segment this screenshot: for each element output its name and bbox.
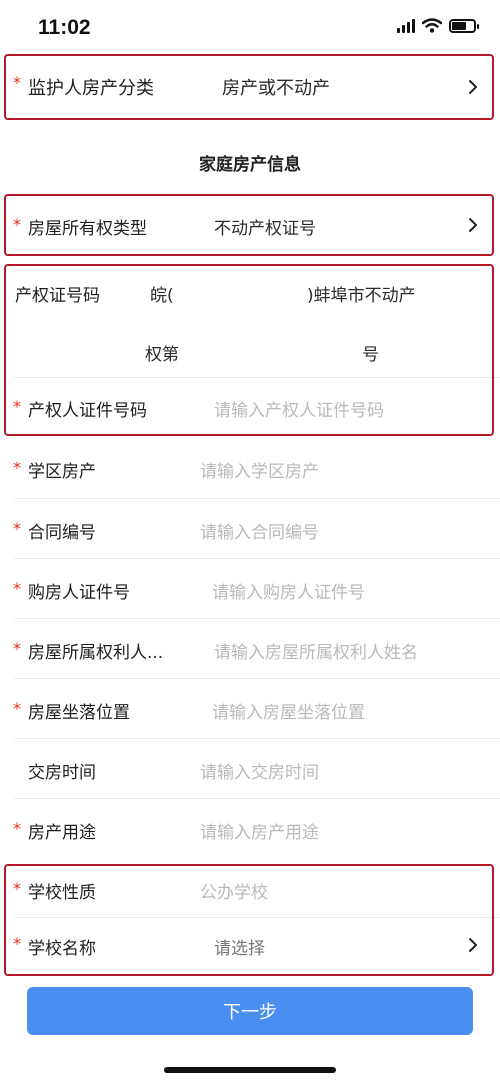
chevron-right-icon [469,938,477,952]
required-mark: * [13,458,21,477]
school-type-row[interactable]: * 学校性质 公办学校 [0,866,500,916]
owner-id-row[interactable]: * 产权人证件号码 请输入产权人证件号码 [0,378,500,434]
required-mark: * [13,73,21,92]
school-name-select[interactable]: 请选择 [214,934,265,959]
field-label: 学区房产 [28,462,96,482]
field-input[interactable]: 请输入房屋所属权利人姓名 [214,638,418,663]
ownership-type-value: 不动产权证号 [214,219,316,239]
required-mark: * [13,397,21,416]
certificate-middle: )蚌埠市不动产 [307,286,416,306]
signal-icon [397,18,415,33]
section-title: 家庭房产信息 [199,155,301,175]
ownership-type-label: 房屋所有权类型 [28,219,147,239]
battery-icon [449,18,479,33]
school-type-label: 学校性质 [28,883,96,903]
school-type-input[interactable]: 公办学校 [200,878,268,903]
field-row-property-location[interactable]: * 房屋坐落位置 请输入房屋坐落位置 [0,679,500,739]
status-icons [397,18,479,33]
field-label: 房屋所属权利人... [28,643,164,663]
guardian-property-value: 房产或不动产 [222,78,330,99]
field-row-buyer-id[interactable]: * 购房人证件号 请输入购房人证件号 [0,559,500,619]
next-step-button[interactable]: 下一步 [27,987,473,1035]
field-row-school-district-property[interactable]: * 学区房产 请输入学区房产 [0,438,500,498]
field-input[interactable]: 请输入房产用途 [200,818,319,843]
certificate-label: 产权证号码 [15,286,100,306]
home-indicator[interactable] [164,1067,336,1073]
required-mark: * [13,639,21,658]
status-bar: 11:02 [0,0,500,52]
school-name-row[interactable]: * 学校名称 请选择 [0,918,500,974]
field-label: 房屋坐落位置 [28,703,130,723]
required-mark: * [13,819,21,838]
guardian-property-label: 监护人房产分类 [28,78,154,99]
required-mark: * [13,934,21,953]
wifi-icon [422,18,442,33]
field-row-property-use[interactable]: * 房产用途 请输入房产用途 [0,799,500,861]
required-mark: * [13,519,21,538]
certificate-line2-left: 权第 [145,345,179,365]
chevron-right-icon [469,218,477,232]
field-label: 合同编号 [28,523,96,543]
field-input[interactable]: 请输入合同编号 [200,518,319,543]
required-mark: * [13,215,21,234]
field-label: 房产用途 [28,823,96,843]
required-mark: * [13,879,21,898]
field-input[interactable]: 请输入学区房产 [200,457,319,482]
field-row-contract-number[interactable]: * 合同编号 请输入合同编号 [0,499,500,559]
school-name-label: 学校名称 [28,939,96,959]
certificate-line2-right: 号 [362,345,379,365]
guardian-property-row[interactable]: * 监护人房产分类 房产或不动产 [0,54,500,120]
owner-id-input[interactable]: 请输入产权人证件号码 [214,396,384,421]
field-label: 购房人证件号 [28,583,130,603]
field-input[interactable]: 请输入交房时间 [200,758,319,783]
field-row-handover-time[interactable]: 交房时间 请输入交房时间 [0,739,500,799]
chevron-right-icon [469,80,477,94]
field-label: 交房时间 [28,763,96,783]
status-time: 11:02 [38,16,91,39]
field-row-property-owner[interactable]: * 房屋所属权利人... 请输入房屋所属权利人姓名 [0,619,500,679]
required-mark: * [13,579,21,598]
required-mark: * [13,699,21,718]
owner-id-label: 产权人证件号码 [28,401,147,421]
field-input[interactable]: 请输入购房人证件号 [212,578,365,603]
certificate-row[interactable]: 产权证号码 皖( )蚌埠市不动产 权第 号 [0,264,500,376]
certificate-prefix: 皖( [150,286,174,306]
ownership-type-row[interactable]: * 房屋所有权类型 不动产权证号 [0,194,500,256]
field-input[interactable]: 请输入房屋坐落位置 [212,698,365,723]
